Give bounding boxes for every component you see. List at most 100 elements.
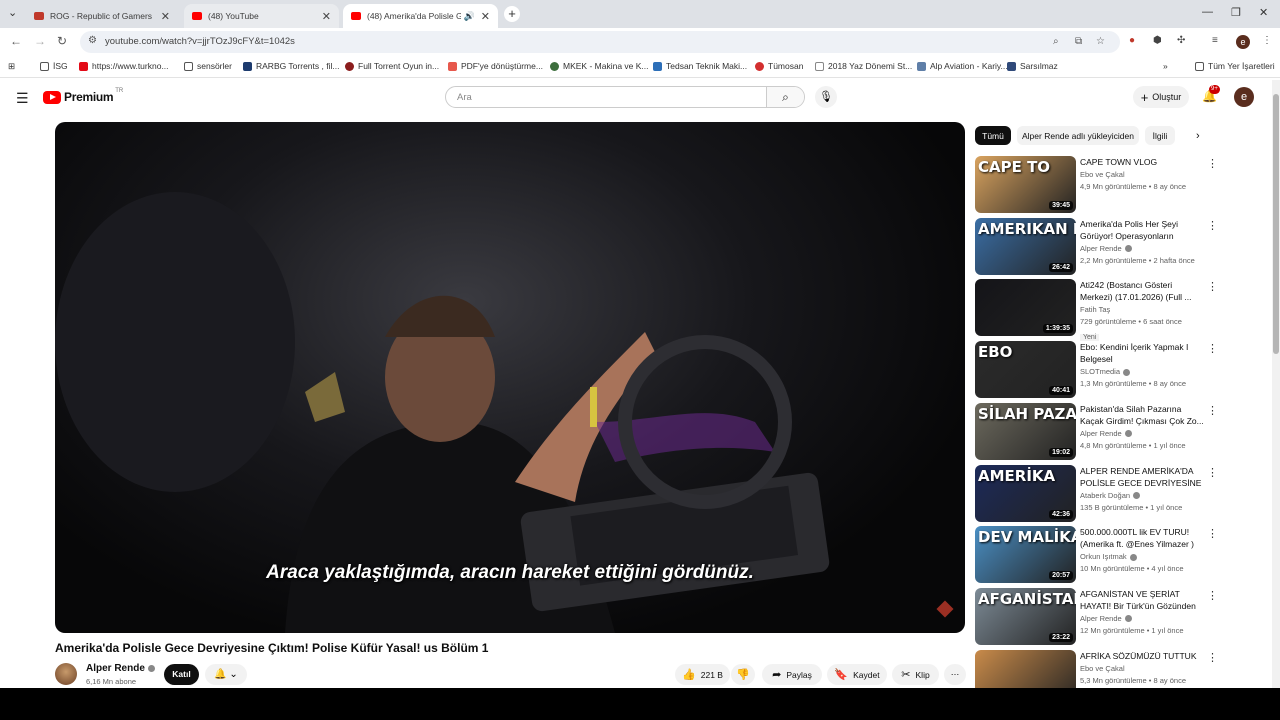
- close-tab-icon[interactable]: ✕: [322, 10, 331, 23]
- bookmark-tumosan[interactable]: Tümosan: [755, 61, 803, 71]
- more-options-icon[interactable]: ⋮: [1207, 219, 1218, 232]
- browser-tab-youtube[interactable]: (48) YouTube ✕: [184, 4, 339, 28]
- channel-name[interactable]: Alper Rende: [86, 663, 155, 674]
- dislike-button[interactable]: 👎: [731, 664, 755, 685]
- chip-related[interactable]: İlgili: [1145, 126, 1175, 145]
- more-options-icon[interactable]: ⋮: [1207, 589, 1218, 602]
- recommendation-channel[interactable]: Orkun Işıtmak: [1080, 552, 1205, 561]
- recommendation-channel[interactable]: Alper Rende: [1080, 244, 1205, 253]
- more-options-icon[interactable]: ⋮: [1207, 527, 1218, 540]
- cast-icon[interactable]: ⧉: [1075, 36, 1082, 47]
- hamburger-menu-icon[interactable]: ☰: [16, 90, 29, 107]
- zoom-icon[interactable]: ⌕: [1053, 36, 1059, 47]
- recommendation-channel[interactable]: Alper Rende: [1080, 429, 1205, 438]
- recommendation-item[interactable]: AMERİKA 42:36 ALPER RENDE AMERİKA'DA POLİS…: [975, 464, 1220, 523]
- bookmark-rarbg[interactable]: RARBG Torrents , fil...: [243, 61, 339, 71]
- more-options-icon[interactable]: ⋮: [1207, 157, 1218, 170]
- chip-from-uploader[interactable]: Alper Rende adlı yükleyiciden: [1017, 126, 1139, 145]
- video-thumbnail[interactable]: SİLAH PAZARI 19:02: [975, 402, 1076, 460]
- search-input[interactable]: Ara: [457, 92, 472, 103]
- more-options-icon[interactable]: ⋮: [1207, 280, 1218, 293]
- save-button[interactable]: 🔖 Kaydet: [827, 664, 887, 685]
- voice-search-icon[interactable]: 🎙: [815, 86, 837, 108]
- bookmark-star-icon[interactable]: ☆: [1096, 36, 1105, 47]
- recommendation-item[interactable]: DEV MALİKANE 20:57 500.000.000TL lik EV TU…: [975, 526, 1220, 584]
- bookmark-isg[interactable]: İSG: [40, 61, 68, 71]
- all-bookmarks[interactable]: Tüm Yer İşaretleri: [1195, 61, 1275, 71]
- more-options-icon[interactable]: ⋮: [1207, 342, 1218, 355]
- recommendation-item[interactable]: SİLAH PAZARI 19:02 Pakistan'da Silah Pazar…: [975, 402, 1220, 461]
- chevron-right-icon[interactable]: ›: [1196, 130, 1200, 142]
- bookmark-full-torrent[interactable]: Full Torrent Oyun in...: [345, 61, 439, 71]
- channel-avatar[interactable]: [55, 663, 77, 685]
- recommendation-item[interactable]: AMERIKAN POLİS 26:42 Amerika'da Polis Her …: [975, 217, 1220, 276]
- bookmark-sensorler[interactable]: sensörler: [184, 61, 232, 71]
- audio-playing-icon[interactable]: 🔊: [464, 11, 475, 22]
- user-avatar[interactable]: e: [1234, 87, 1254, 107]
- recommendation-item[interactable]: AFRİKA SÖZÜMÜZÜ TUTTUK Ebo ve Çakal 5,3 Mn…: [975, 649, 1220, 688]
- extensions-puzzle-icon[interactable]: ✣: [1177, 35, 1185, 46]
- bookmark-tedsan[interactable]: Tedsan Teknik Maki...: [653, 61, 747, 71]
- video-thumbnail[interactable]: DEV MALİKANE 20:57: [975, 526, 1076, 584]
- browser-tab-rog[interactable]: ROG - Republic of Gamers | Glo ✕: [26, 4, 178, 28]
- join-button[interactable]: Katıl: [164, 664, 199, 685]
- profile-avatar[interactable]: e: [1236, 35, 1250, 49]
- close-window-icon[interactable]: ✕: [1259, 6, 1268, 19]
- bookmark-2018-yaz[interactable]: 2018 Yaz Dönemi St...: [815, 61, 912, 71]
- video-thumbnail[interactable]: AMERIKAN POLİS 26:42: [975, 217, 1076, 275]
- recommendation-title[interactable]: Amerika'da Polis Her Şeyi Görüyor! Opera…: [1080, 218, 1205, 242]
- recommendation-title[interactable]: AFRİKA SÖZÜMÜZÜ TUTTUK: [1080, 650, 1205, 662]
- video-thumbnail[interactable]: EBO 40:41: [975, 341, 1076, 399]
- forward-icon[interactable]: →: [34, 34, 46, 48]
- more-actions-button[interactable]: ⋯: [944, 664, 966, 685]
- recommendation-item[interactable]: CAPE TO 39:45 CAPE TOWN VLOG Ebo ve Çakal 4,…: [975, 156, 1220, 214]
- close-tab-icon[interactable]: ✕: [161, 10, 170, 23]
- video-player[interactable]: Araca yaklaştığımda, aracın hareket etti…: [55, 122, 965, 633]
- share-button[interactable]: ➦ Paylaş: [762, 664, 822, 685]
- recommendation-channel[interactable]: Ataberk Doğan: [1080, 491, 1205, 500]
- bookmark-pdf[interactable]: PDF'ye dönüştürme...: [448, 61, 543, 71]
- address-bar[interactable]: ⚙ youtube.com/watch?v=jjrTOzJ9cFY&t=1042…: [80, 31, 1120, 53]
- video-thumbnail[interactable]: [975, 649, 1076, 688]
- subscription-bell-button[interactable]: 🔔 ⌄: [205, 664, 247, 685]
- recommendation-title[interactable]: 500.000.000TL lik EV TURU! (Amerika ft. …: [1080, 526, 1205, 550]
- extension-adblock-icon[interactable]: ●: [1129, 35, 1135, 46]
- video-thumbnail[interactable]: CAPE TO 39:45: [975, 156, 1076, 213]
- like-button[interactable]: 👍 221 B: [675, 664, 730, 685]
- bookmark-mkek[interactable]: MKEK - Makina ve K...: [550, 61, 649, 71]
- recommendation-item[interactable]: EBO 40:41 Ebo: Kendini İçerik Yapmak I Bel…: [975, 341, 1220, 399]
- recommendation-title[interactable]: Ebo: Kendini İçerik Yapmak I Belgesel: [1080, 341, 1205, 365]
- more-options-icon[interactable]: ⋮: [1207, 651, 1218, 664]
- scrollbar-thumb[interactable]: [1273, 94, 1279, 354]
- apps-grid-icon[interactable]: ⊞: [8, 61, 15, 72]
- menu-kebab-icon[interactable]: ⋮: [1262, 35, 1272, 46]
- recommendation-item[interactable]: 1:39:35 Ati242 (Bostancı Gösteri Merkezi)…: [975, 279, 1220, 342]
- media-control-icon[interactable]: ≡: [1212, 35, 1218, 46]
- notifications-bell-icon[interactable]: 🔔 9+: [1202, 85, 1220, 103]
- extension-icon[interactable]: ⬢: [1153, 35, 1162, 46]
- recommendation-title[interactable]: Ati242 (Bostancı Gösteri Merkezi) (17.01…: [1080, 279, 1205, 303]
- more-options-icon[interactable]: ⋮: [1207, 466, 1218, 479]
- recommendation-title[interactable]: Pakistan'da Silah Pazarına Kaçak Girdim!…: [1080, 403, 1205, 427]
- browser-tab-video[interactable]: (48) Amerika'da Polisle Gece 🔊 ✕: [343, 4, 498, 28]
- page-scrollbar[interactable]: [1272, 80, 1280, 688]
- bookmark-turkno[interactable]: https://www.turkno...: [79, 61, 169, 71]
- more-bookmarks-icon[interactable]: »: [1163, 61, 1168, 71]
- recommendation-channel[interactable]: Fatih Taş: [1080, 305, 1205, 314]
- chip-all[interactable]: Tümü: [975, 126, 1011, 145]
- video-thumbnail[interactable]: 1:39:35: [975, 279, 1076, 337]
- recommendation-channel[interactable]: Ebo ve Çakal: [1080, 664, 1205, 673]
- back-icon[interactable]: ←: [10, 34, 22, 48]
- video-thumbnail[interactable]: AMERİKA 42:36: [975, 464, 1076, 522]
- reload-icon[interactable]: ↻: [57, 34, 67, 48]
- recommendation-title[interactable]: CAPE TOWN VLOG: [1080, 156, 1205, 168]
- clip-button[interactable]: ✂ Klip: [892, 664, 939, 685]
- tab-search-icon[interactable]: ⌄: [8, 6, 17, 19]
- bookmark-sarsilmaz[interactable]: Sarsılmaz: [1007, 61, 1058, 71]
- search-button[interactable]: ⌕: [766, 87, 804, 107]
- bookmark-alp-aviation[interactable]: Alp Aviation - Kariy...: [917, 61, 1008, 71]
- recommendation-channel[interactable]: Ebo ve Çakal: [1080, 170, 1205, 179]
- minimize-icon[interactable]: —: [1202, 6, 1213, 18]
- site-info-icon[interactable]: ⚙: [88, 35, 97, 46]
- youtube-premium-logo[interactable]: Premium TR: [43, 88, 123, 104]
